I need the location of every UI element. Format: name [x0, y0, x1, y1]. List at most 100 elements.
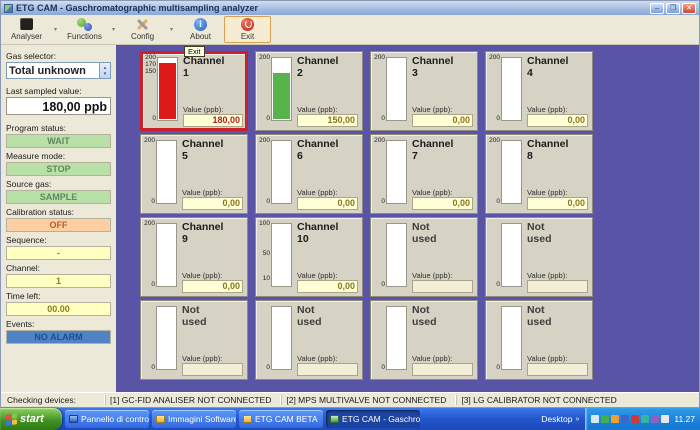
- task-label: ETG CAM - Gaschrom...: [342, 414, 420, 424]
- scale-tick-zero: 0: [151, 364, 155, 371]
- channel-panel[interactable]: 1005010Channel 10Value (ppb):0,00: [255, 217, 363, 297]
- unused-panel[interactable]: 0Not usedValue (ppb):: [255, 300, 363, 380]
- field-label-measure-mode: Measure mode:: [6, 151, 111, 161]
- gauge-scale: 2000: [372, 138, 386, 204]
- scale-tick-zero: 0: [266, 115, 270, 122]
- value-box: [182, 363, 243, 376]
- scale-tick: 200: [145, 54, 156, 61]
- dropdown-arrow-icon[interactable]: ▾: [50, 16, 61, 43]
- unused-panel[interactable]: 0Not usedValue (ppb):: [485, 300, 593, 380]
- channel-panel[interactable]: 2000Channel 6Value (ppb):0,00: [255, 134, 363, 214]
- taskbar-task[interactable]: ETG CAM - Gaschrom...: [326, 410, 420, 428]
- scale-tick-zero: 0: [496, 281, 500, 288]
- field-value-channel: 1: [6, 274, 111, 288]
- channel-panel[interactable]: 2000 Channel 7Value (ppb):0,00: [370, 134, 478, 214]
- close-button[interactable]: ✕: [682, 3, 696, 14]
- dropdown-arrow-icon[interactable]: ▾: [108, 16, 119, 43]
- tray-icon[interactable]: [611, 415, 619, 423]
- toolbar-button-exit[interactable]: Exit: [224, 16, 271, 43]
- value-box: 180,00: [183, 114, 243, 127]
- window-controls: –❐✕: [648, 3, 696, 14]
- panel-body: Channel 3Value (ppb):0,00: [407, 55, 473, 127]
- unused-panel[interactable]: 0 Not usedValue (ppb):: [485, 217, 593, 297]
- tray-icon[interactable]: [631, 415, 639, 423]
- app-icon: [4, 4, 13, 13]
- app-window: ETG CAM - Gaschromatographic multisampli…: [0, 0, 700, 408]
- channel-panel[interactable]: 2001701500Channel 1Value (ppb):180,00: [140, 51, 248, 131]
- window-title: ETG CAM - Gaschromatographic multisampli…: [16, 3, 645, 13]
- tray-icon[interactable]: [651, 415, 659, 423]
- value-label: Value (ppb):: [412, 354, 473, 363]
- gauge-bar: [156, 223, 177, 287]
- control-panel-icon: [69, 415, 78, 423]
- toolbar-button-functions[interactable]: Functions: [61, 16, 108, 43]
- value-box: 150,00: [297, 114, 358, 127]
- tray-icon[interactable]: [661, 415, 669, 423]
- gauge-bar: [386, 223, 407, 287]
- panel-body: Not usedValue (ppb):: [522, 304, 588, 376]
- task-label: Pannello di controllo: [81, 414, 149, 424]
- channel-title: Not used: [527, 221, 571, 245]
- device-status-3: [3] LG CALIBRATOR NOT CONNECTED: [456, 395, 626, 405]
- panel-body: Not usedValue (ppb):: [522, 221, 588, 293]
- field-value-source-gas: SAMPLE: [6, 190, 111, 204]
- taskbar-task[interactable]: ETG CAM BETA: [239, 410, 323, 428]
- gas-selector-dropdown[interactable]: Total unknown ▲▼: [6, 62, 111, 79]
- tray-icon[interactable]: [621, 415, 629, 423]
- toolbar-button-config[interactable]: Config: [119, 16, 166, 43]
- dropdown-spinner-icon[interactable]: ▲▼: [99, 63, 110, 78]
- scale-tick: 200: [374, 137, 385, 144]
- gauge-scale: 2000: [257, 138, 271, 204]
- channel-panel[interactable]: 2000Channel 8Value (ppb):0,00: [485, 134, 593, 214]
- unused-panel[interactable]: 0 Not usedValue (ppb):: [370, 300, 478, 380]
- panel-body: Not usedValue (ppb):: [407, 304, 473, 376]
- channel-panel[interactable]: 2000Channel 2Value (ppb):150,00: [255, 51, 363, 131]
- scale-tick-zero: 0: [266, 198, 270, 205]
- channel-panel[interactable]: 2000Channel 4Value (ppb):0,00: [485, 51, 593, 131]
- value-label: Value (ppb):: [182, 271, 243, 280]
- panel-body: Channel 5Value (ppb):0,00: [177, 138, 243, 210]
- tray-icon[interactable]: [591, 415, 599, 423]
- taskbar-task[interactable]: Pannello di controllo: [65, 410, 149, 428]
- panel-body: Channel 7Value (ppb):0,00: [407, 138, 473, 210]
- tray-icon[interactable]: [601, 415, 609, 423]
- minimize-button[interactable]: –: [650, 3, 664, 14]
- gauge-scale: 0: [372, 304, 386, 370]
- chevron-right-icon[interactable]: »: [575, 416, 579, 423]
- panel-body: Channel 10Value (ppb):0,00: [292, 221, 358, 293]
- folder-icon: [243, 415, 252, 423]
- scale-tick: 200: [489, 54, 500, 61]
- toolbar-button-label: Config: [131, 32, 154, 41]
- tray-icon[interactable]: [641, 415, 649, 423]
- taskbar-tasks: Pannello di controlloImmagini SoftwareET…: [62, 410, 420, 428]
- scale-tick-zero: 0: [266, 364, 270, 371]
- unused-panel[interactable]: 0 Not usedValue (ppb):: [140, 300, 248, 380]
- device-status-1: [1] GC-FID ANALISER NOT CONNECTED: [105, 395, 281, 405]
- desktop-toolbar[interactable]: Desktop »: [541, 414, 582, 424]
- maximize-button[interactable]: ❐: [666, 3, 680, 14]
- dropdown-arrow-icon[interactable]: ▾: [166, 16, 177, 43]
- title-bar: ETG CAM - Gaschromatographic multisampli…: [1, 1, 699, 15]
- channel-title: Channel 2: [297, 55, 341, 79]
- channel-panel[interactable]: 2000Channel 3Value (ppb):0,00: [370, 51, 478, 131]
- channel-panel[interactable]: 2000Channel 5Value (ppb):0,00: [140, 134, 248, 214]
- field-value-measure-mode: STOP: [6, 162, 111, 176]
- field-label-source-gas: Source gas:: [6, 179, 111, 189]
- panel-body: Not usedValue (ppb):: [177, 304, 243, 376]
- scale-tick-zero: 0: [151, 198, 155, 205]
- gauge-scale: 2000: [487, 138, 501, 204]
- start-button-label: start: [20, 413, 44, 425]
- toolbar-button-about[interactable]: About: [177, 16, 224, 43]
- exit-tooltip: Exit: [184, 46, 205, 57]
- tray-icons: [591, 415, 669, 423]
- value-label: Value (ppb):: [412, 188, 473, 197]
- start-button[interactable]: start: [0, 408, 62, 430]
- unused-panel[interactable]: 0Not usedValue (ppb):: [370, 217, 478, 297]
- toolbar-button-analyser[interactable]: Analyser: [3, 16, 50, 43]
- gauge-bar: [501, 57, 522, 121]
- taskbar-task[interactable]: Immagini Software: [152, 410, 236, 428]
- channel-panel[interactable]: 2000Channel 9Value (ppb):0,00: [140, 217, 248, 297]
- toolbar-button-label: Functions: [67, 32, 102, 41]
- toolbar-button-label: Analyser: [11, 32, 42, 41]
- scale-tick: 10: [263, 275, 270, 282]
